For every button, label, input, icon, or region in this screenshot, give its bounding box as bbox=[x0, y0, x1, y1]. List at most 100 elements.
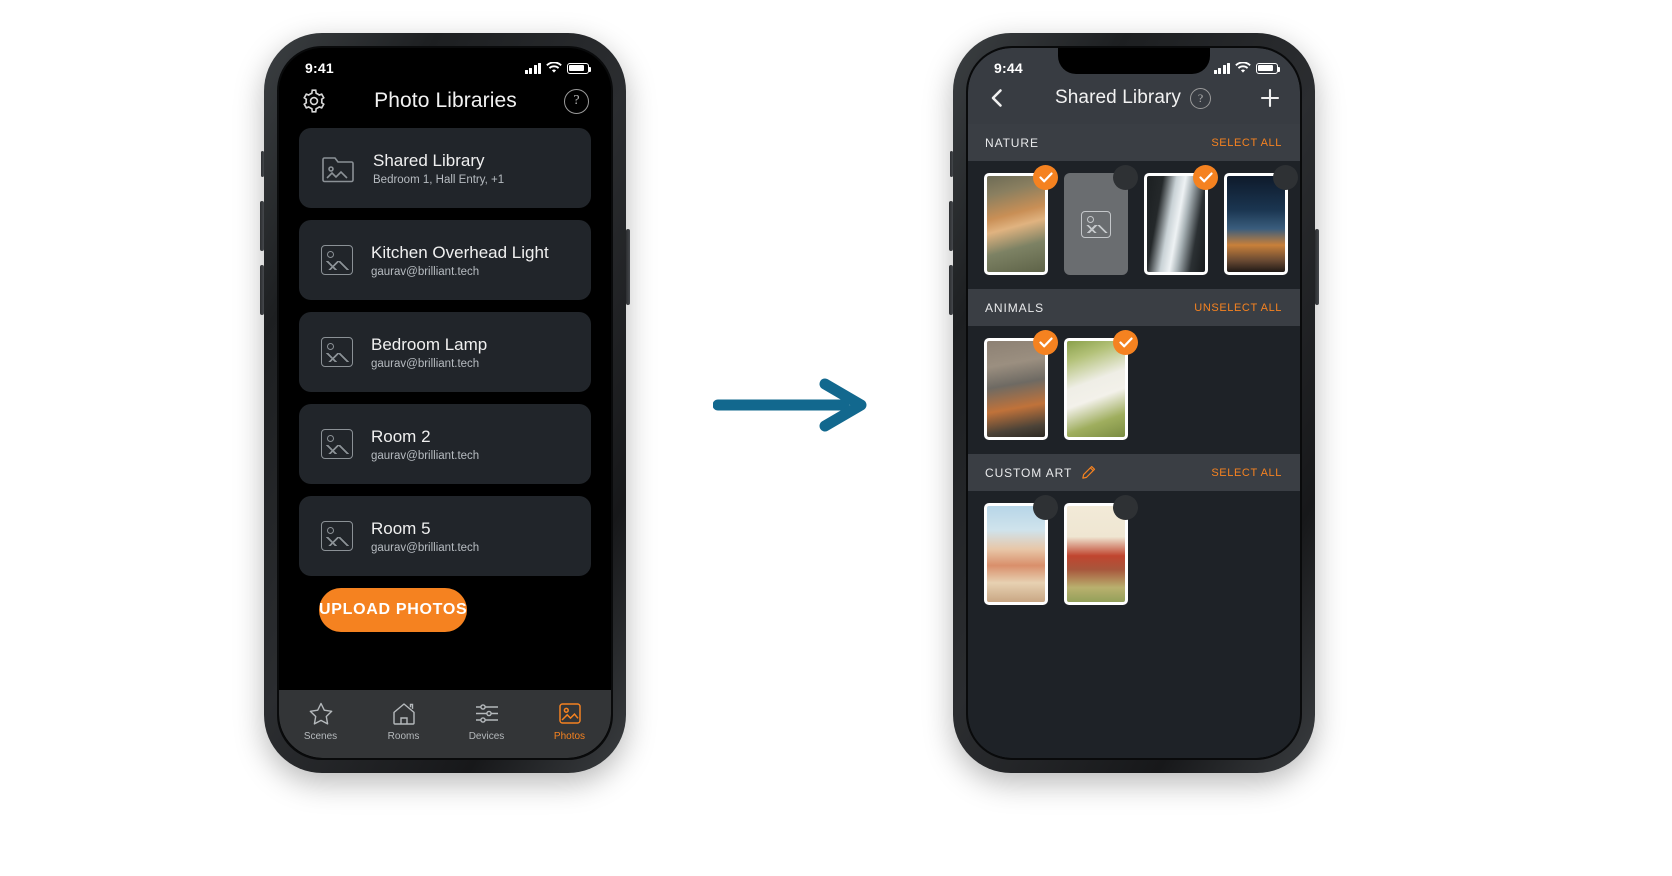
tab-bar: Scenes Rooms Devices Photos bbox=[279, 690, 611, 758]
list-item[interactable]: Bedroom Lamp gaurav@brilliant.tech bbox=[299, 312, 591, 392]
section-title: NATURE bbox=[985, 135, 1039, 150]
wifi-icon bbox=[546, 62, 562, 73]
section-title: CUSTOM ART bbox=[985, 465, 1073, 480]
chevron-left-icon[interactable] bbox=[986, 87, 1008, 109]
checkbox-unchecked-icon[interactable] bbox=[1113, 165, 1138, 190]
status-time: 9:41 bbox=[305, 60, 334, 76]
power-button[interactable] bbox=[626, 229, 630, 305]
image-placeholder-icon bbox=[321, 245, 353, 275]
volume-up-button[interactable] bbox=[949, 201, 953, 251]
list-item[interactable]: Shared Library Bedroom 1, Hall Entry, +1 bbox=[299, 128, 591, 208]
list-item-subtitle: gaurav@brilliant.tech bbox=[371, 541, 480, 554]
plus-icon[interactable] bbox=[1258, 86, 1282, 110]
screen-photo-libraries: 9:41 Photo Libraries ? Shared Library Be… bbox=[279, 48, 611, 758]
list-item-title: Kitchen Overhead Light bbox=[371, 242, 549, 262]
page-title: Shared Library bbox=[1054, 87, 1182, 108]
checkbox-checked-icon[interactable] bbox=[1113, 330, 1138, 355]
photo-cell[interactable] bbox=[984, 330, 1058, 440]
image-placeholder-icon bbox=[1081, 210, 1111, 238]
status-time: 9:44 bbox=[994, 60, 1023, 76]
list-item[interactable]: Kitchen Overhead Light gaurav@brilliant.… bbox=[299, 220, 591, 300]
photo-cell[interactable] bbox=[984, 495, 1058, 605]
gear-icon[interactable] bbox=[301, 88, 327, 114]
screen-shared-library: 9:44 Shared Library ? NATURE SELECT ALL … bbox=[968, 48, 1300, 758]
checkbox-unchecked-icon[interactable] bbox=[1033, 495, 1058, 520]
photo-cell[interactable] bbox=[984, 165, 1058, 275]
photo-grid-animals bbox=[968, 326, 1300, 454]
list-item-title: Room 2 bbox=[371, 426, 431, 446]
section-title-wrapper: CUSTOM ART bbox=[985, 465, 1096, 480]
cellular-bars-icon bbox=[1213, 62, 1230, 74]
cellular-bars-icon bbox=[524, 62, 541, 74]
photo-cell[interactable] bbox=[1064, 165, 1138, 275]
checkbox-checked-icon[interactable] bbox=[1033, 165, 1058, 190]
image-placeholder-icon bbox=[321, 429, 353, 459]
phone-shared-library: 9:44 Shared Library ? NATURE SELECT ALL … bbox=[949, 33, 1319, 773]
photo-cell[interactable] bbox=[1144, 165, 1218, 275]
checkbox-checked-icon[interactable] bbox=[1033, 330, 1058, 355]
nav-bar-right: Shared Library ? bbox=[968, 82, 1300, 124]
list-item-title: Room 5 bbox=[371, 518, 431, 538]
photo-grid-custom-art bbox=[968, 491, 1300, 623]
sliders-icon bbox=[475, 703, 498, 723]
mute-switch[interactable] bbox=[261, 151, 264, 177]
help-circle-icon[interactable]: ? bbox=[1190, 87, 1212, 109]
folder-image-icon bbox=[322, 157, 354, 183]
wifi-icon bbox=[1235, 62, 1251, 73]
page-title: Photo Libraries bbox=[374, 89, 517, 112]
list-item-title: Bedroom Lamp bbox=[371, 334, 488, 354]
select-all-button-nature[interactable]: SELECT ALL bbox=[1211, 137, 1282, 149]
notch bbox=[369, 48, 521, 74]
list-item-subtitle: gaurav@brilliant.tech bbox=[371, 449, 480, 462]
photo-cell[interactable] bbox=[1224, 165, 1298, 275]
section-header-nature: NATURE SELECT ALL bbox=[968, 124, 1300, 161]
tab-devices[interactable]: Devices bbox=[445, 701, 528, 742]
grid-empty-space bbox=[968, 623, 1300, 758]
library-list: Shared Library Bedroom 1, Hall Entry, +1… bbox=[279, 128, 611, 690]
section-header-animals: ANIMALS UNSELECT ALL bbox=[968, 289, 1300, 326]
phone-photo-libraries: 9:41 Photo Libraries ? Shared Library Be… bbox=[260, 33, 630, 773]
tab-rooms[interactable]: Rooms bbox=[362, 701, 445, 742]
tab-label: Photos bbox=[553, 730, 586, 742]
mute-switch[interactable] bbox=[950, 151, 953, 177]
tab-photos[interactable]: Photos bbox=[528, 701, 611, 742]
checkbox-checked-icon[interactable] bbox=[1193, 165, 1218, 190]
checkbox-unchecked-icon[interactable] bbox=[1273, 165, 1298, 190]
volume-down-button[interactable] bbox=[260, 265, 264, 315]
upload-photos-button[interactable]: UPLOAD PHOTOS bbox=[319, 588, 468, 632]
help-label: ? bbox=[1197, 90, 1204, 105]
photo-cell[interactable] bbox=[1064, 330, 1138, 440]
pencil-icon[interactable] bbox=[1081, 465, 1096, 480]
photo-cell[interactable] bbox=[1064, 495, 1138, 605]
battery-icon bbox=[1256, 62, 1281, 74]
help-label: ? bbox=[573, 93, 580, 108]
volume-up-button[interactable] bbox=[260, 201, 264, 251]
list-item-subtitle: gaurav@brilliant.tech bbox=[371, 265, 480, 278]
volume-down-button[interactable] bbox=[949, 265, 953, 315]
help-circle-icon[interactable]: ? bbox=[564, 88, 589, 114]
right-arrow-icon bbox=[713, 378, 867, 432]
section-header-custom-art: CUSTOM ART SELECT ALL bbox=[968, 454, 1300, 491]
home-icon bbox=[392, 702, 415, 725]
list-item-subtitle: Bedroom 1, Hall Entry, +1 bbox=[373, 173, 505, 186]
tab-label: Scenes bbox=[303, 730, 338, 742]
tab-label: Devices bbox=[468, 730, 505, 742]
unselect-all-button-animals[interactable]: UNSELECT ALL bbox=[1194, 302, 1282, 314]
section-title: ANIMALS bbox=[985, 300, 1044, 315]
select-all-button-custom-art[interactable]: SELECT ALL bbox=[1211, 467, 1282, 479]
nav-bar-left: Photo Libraries ? bbox=[279, 82, 611, 128]
list-item[interactable]: Room 5 gaurav@brilliant.tech bbox=[299, 496, 591, 576]
photo-grid-nature bbox=[968, 161, 1300, 289]
star-icon bbox=[309, 702, 332, 725]
image-placeholder-icon bbox=[321, 337, 353, 367]
checkbox-unchecked-icon[interactable] bbox=[1113, 495, 1138, 520]
battery-icon bbox=[567, 62, 592, 74]
tab-scenes[interactable]: Scenes bbox=[279, 701, 362, 742]
power-button[interactable] bbox=[1315, 229, 1319, 305]
list-item-subtitle: gaurav@brilliant.tech bbox=[371, 357, 480, 370]
notch bbox=[1058, 48, 1210, 74]
image-placeholder-icon bbox=[321, 521, 353, 551]
photo-icon bbox=[558, 702, 581, 724]
list-item-title: Shared Library bbox=[373, 150, 485, 170]
list-item[interactable]: Room 2 gaurav@brilliant.tech bbox=[299, 404, 591, 484]
